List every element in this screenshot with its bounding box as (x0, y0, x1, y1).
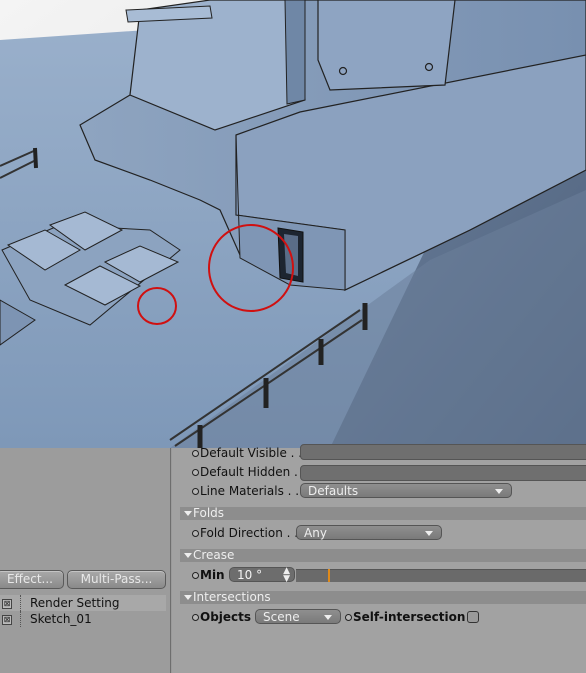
default-visible-label: Default Visible . . (200, 446, 303, 460)
fold-direction-row: Fold Direction . . Any (172, 524, 586, 543)
line-materials-value: Defaults (308, 484, 359, 498)
objects-row: Objects Scene Self-intersection (172, 608, 586, 627)
tree-line (20, 595, 29, 611)
collapse-triangle-icon (184, 553, 192, 558)
collapse-triangle-icon (184, 511, 192, 516)
line-materials-dropdown[interactable]: Defaults (300, 483, 512, 498)
param-dot-icon[interactable] (192, 469, 199, 476)
slider-handle[interactable] (328, 569, 330, 582)
fold-direction-dropdown[interactable]: Any (296, 525, 442, 540)
objects-label: Objects (200, 610, 252, 624)
default-hidden-row: Default Hidden . . (172, 463, 586, 482)
min-value-stepper[interactable]: 10 ° ▲ ▼ (229, 567, 295, 584)
self-intersection-checkbox[interactable] (467, 611, 479, 623)
list-item-label: Render Setting (30, 596, 120, 610)
collapse-triangle-icon (184, 595, 192, 600)
tree-line (20, 611, 29, 627)
effect-button[interactable]: Effect... (0, 570, 64, 589)
objects-dropdown[interactable]: Scene (255, 609, 341, 624)
section-intersections[interactable]: Intersections (180, 591, 586, 604)
stepper-arrows-icon[interactable]: ▲ ▼ (283, 567, 290, 584)
chevron-down-icon (425, 531, 433, 536)
param-dot-icon[interactable] (192, 488, 199, 495)
ship-model-render (0, 0, 586, 448)
param-dot-icon[interactable] (345, 614, 352, 621)
fold-direction-label: Fold Direction . . (200, 526, 299, 540)
self-intersection-label: Self-intersection (353, 610, 466, 624)
param-dot-icon[interactable] (192, 614, 199, 621)
min-slider[interactable] (296, 569, 586, 582)
param-dot-icon[interactable] (192, 530, 199, 537)
default-hidden-label: Default Hidden . . (200, 465, 306, 479)
min-value: 10 ° (237, 568, 263, 582)
fold-direction-value: Any (304, 526, 327, 540)
list-item-label: Sketch_01 (30, 612, 92, 626)
list-item-sketch[interactable]: ⊠ Sketch_01 (0, 611, 166, 627)
param-dot-icon[interactable] (192, 572, 199, 579)
section-intersections-title: Intersections (193, 590, 271, 604)
section-crease-title: Crease (193, 548, 235, 562)
chevron-down-icon (324, 615, 332, 620)
expand-toggle-icon[interactable]: ⊠ (2, 599, 12, 609)
default-visible-field[interactable] (300, 444, 586, 460)
render-settings-panel: Effect... Multi-Pass... ⊠ Render Setting… (0, 448, 171, 673)
section-crease[interactable]: Crease (180, 549, 586, 562)
param-dot-icon[interactable] (192, 450, 199, 457)
objects-value: Scene (263, 610, 300, 624)
min-label: Min (200, 568, 225, 582)
section-folds[interactable]: Folds (180, 507, 586, 520)
line-materials-label: Line Materials . . (200, 484, 300, 498)
multipass-button[interactable]: Multi-Pass... (67, 570, 166, 589)
line-materials-row: Line Materials . . Defaults (172, 482, 586, 501)
default-hidden-field[interactable] (300, 465, 586, 481)
section-folds-title: Folds (193, 506, 225, 520)
default-visible-row: Default Visible . . (172, 444, 586, 463)
viewport-3d[interactable] (0, 0, 586, 448)
list-item-render-setting[interactable]: ⊠ Render Setting (0, 595, 166, 611)
chevron-down-icon (495, 489, 503, 494)
sketch-properties-panel: Default Visible . . Default Hidden . . L… (172, 444, 586, 673)
expand-toggle-icon[interactable]: ⊠ (2, 615, 12, 625)
min-row: Min 10 ° ▲ ▼ (172, 566, 586, 585)
